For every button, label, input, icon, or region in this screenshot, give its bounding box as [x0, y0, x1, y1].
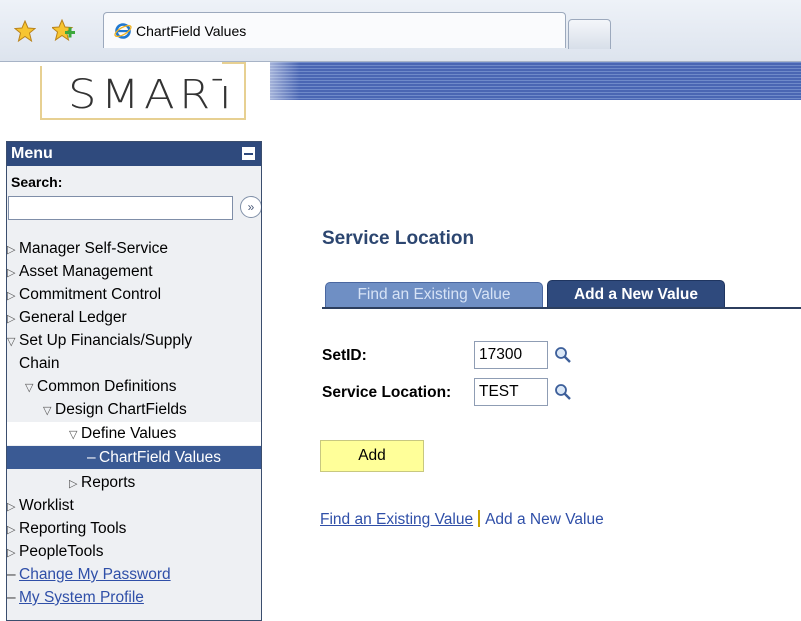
tab-add-new-value[interactable]: Add a New Value	[547, 280, 725, 308]
menu-item-reports[interactable]: ▷ Reports	[7, 471, 261, 494]
menu-title: Menu	[11, 145, 53, 162]
menu-item-define-values[interactable]: ▽ Define Values	[7, 422, 261, 445]
menu-item-label: Set Up Financials/Supply	[19, 332, 193, 349]
menu-item-label: PeopleTools	[19, 543, 104, 560]
tab-label: Find an Existing Value	[357, 286, 511, 303]
menu-item-change-password[interactable]: – Change My Password	[7, 563, 261, 586]
tab-label: Add a New Value	[573, 286, 699, 303]
navigation-menu: Menu Search: » ▷ Manager Self-Service ▷ As…	[6, 141, 262, 621]
menu-item-label: Manager Self-Service	[19, 240, 169, 257]
menu-item-label: Commitment Control	[19, 286, 162, 303]
favorites-star-icon[interactable]	[14, 20, 36, 42]
menu-item-label: ChartField Values	[99, 449, 222, 466]
collapse-menu-icon[interactable]	[242, 147, 255, 160]
setid-lookup-icon[interactable]	[554, 346, 572, 364]
menu-item-label: Worklist	[19, 497, 74, 514]
menu-item-label: General Ledger	[19, 309, 127, 326]
logo-text: SMART	[68, 72, 244, 118]
setid-input[interactable]	[474, 341, 548, 369]
expanded-arrow-icon: ▽	[25, 382, 34, 394]
search-go-icon[interactable]: »	[240, 196, 261, 218]
menu-item-common-definitions[interactable]: ▽ Common Definitions	[7, 375, 261, 398]
collapsed-arrow-icon: ▷	[7, 524, 16, 536]
service-location-input[interactable]	[474, 378, 548, 406]
search-row: »	[7, 192, 261, 224]
service-location-lookup-icon[interactable]	[554, 383, 572, 401]
menu-item-general-ledger[interactable]: ▷ General Ledger	[7, 306, 261, 329]
link-separator	[478, 510, 481, 527]
menu-item-set-up-financials[interactable]: ▽ Set Up Financials/Supply	[7, 329, 261, 352]
add-button[interactable]: Add	[320, 440, 424, 472]
add-new-value-link[interactable]: Add a New Value	[485, 511, 604, 528]
menu-search-input[interactable]	[8, 196, 233, 220]
bottom-links: Find an Existing Value Add a New Value	[320, 510, 604, 529]
menu-item-label: Reports	[81, 474, 136, 491]
expanded-arrow-icon: ▽	[7, 336, 16, 348]
menu-item-label: Asset Management	[19, 263, 153, 280]
menu-item-peopletools[interactable]: ▷ PeopleTools	[7, 540, 261, 563]
header-band-fade	[240, 62, 300, 100]
search-label: Search:	[11, 174, 63, 190]
internet-explorer-icon	[114, 23, 132, 39]
page-title: Service Location	[322, 228, 475, 249]
collapsed-arrow-icon: ▷	[7, 244, 16, 256]
menu-item-system-profile[interactable]: – My System Profile	[7, 586, 261, 609]
menu-header: Menu	[7, 142, 261, 166]
leaf-dash-icon: –	[7, 589, 16, 606]
smart-logo: SMART	[40, 62, 246, 120]
browser-tab-bar: ChartField Values	[0, 0, 801, 62]
menu-item-asset-management[interactable]: ▷ Asset Management	[7, 260, 261, 283]
collapsed-arrow-icon: ▷	[69, 478, 78, 490]
add-to-favorites-icon[interactable]	[52, 19, 76, 43]
tab-find-existing-value[interactable]: Find an Existing Value	[325, 282, 543, 307]
change-password-link[interactable]: Change My Password	[19, 566, 171, 583]
collapsed-arrow-icon: ▷	[7, 547, 16, 559]
system-profile-link[interactable]: My System Profile	[19, 589, 144, 606]
menu-item-reporting-tools[interactable]: ▷ Reporting Tools	[7, 517, 261, 540]
collapsed-arrow-icon: ▷	[7, 290, 16, 302]
menu-item-set-up-financials-cont[interactable]: Chain	[7, 352, 261, 375]
service-location-label: Service Location:	[322, 384, 452, 401]
setid-label: SetID:	[322, 347, 367, 364]
menu-item-label: Chain	[19, 355, 60, 372]
collapsed-arrow-icon: ▷	[7, 313, 16, 325]
menu-item-commitment-control[interactable]: ▷ Commitment Control	[7, 283, 261, 306]
browser-tab-title: ChartField Values	[136, 23, 247, 39]
menu-item-label: Design ChartFields	[55, 401, 187, 418]
new-tab-button[interactable]	[568, 19, 611, 49]
menu-item-label: Reporting Tools	[19, 520, 127, 537]
tab-underline	[322, 307, 801, 309]
menu-item-manager-self-service[interactable]: ▷ Manager Self-Service	[7, 237, 261, 260]
menu-item-label: Define Values	[81, 425, 177, 442]
collapsed-arrow-icon: ▷	[7, 267, 16, 279]
menu-item-design-chartfields[interactable]: ▽ Design ChartFields	[7, 398, 261, 421]
find-existing-value-link[interactable]: Find an Existing Value	[320, 511, 473, 528]
leaf-dash-icon: –	[7, 566, 16, 583]
collapsed-arrow-icon: ▷	[7, 501, 16, 513]
menu-item-label: Common Definitions	[37, 378, 177, 395]
leaf-dash-icon: –	[87, 449, 96, 466]
menu-item-worklist[interactable]: ▷ Worklist	[7, 494, 261, 517]
browser-tab-active[interactable]: ChartField Values	[103, 12, 566, 48]
app-header: SMART	[0, 62, 801, 142]
expanded-arrow-icon: ▽	[69, 429, 78, 441]
header-band	[270, 62, 801, 100]
expanded-arrow-icon: ▽	[43, 405, 52, 417]
menu-item-chartfield-values[interactable]: – ChartField Values	[7, 446, 261, 469]
